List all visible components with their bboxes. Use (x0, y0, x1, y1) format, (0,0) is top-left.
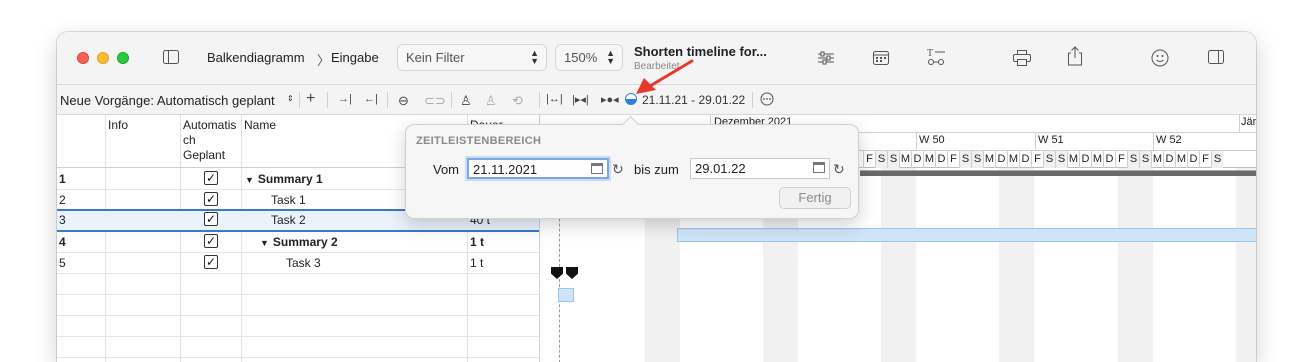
annotation-arrow (636, 59, 694, 94)
